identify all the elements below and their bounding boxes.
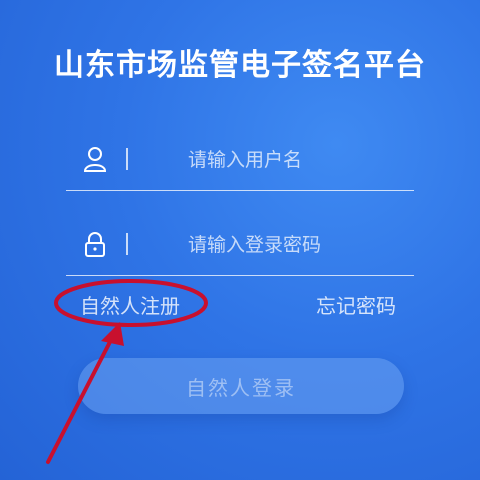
user-icon [83,147,107,172]
password-field [66,215,414,276]
register-link[interactable]: 自然人注册 [80,290,180,319]
username-input[interactable] [186,142,410,178]
page-title: 山东市场监管电子签名平台 [54,48,426,83]
forgot-password-link[interactable]: 忘记密码 [316,290,396,319]
login-button[interactable]: 自然人登录 [78,358,404,414]
annotation-arrow-head [101,322,124,346]
lock-icon [85,232,105,257]
field-separator [126,233,128,255]
username-field [66,130,414,191]
field-separator [126,148,128,170]
password-input[interactable] [186,227,410,263]
